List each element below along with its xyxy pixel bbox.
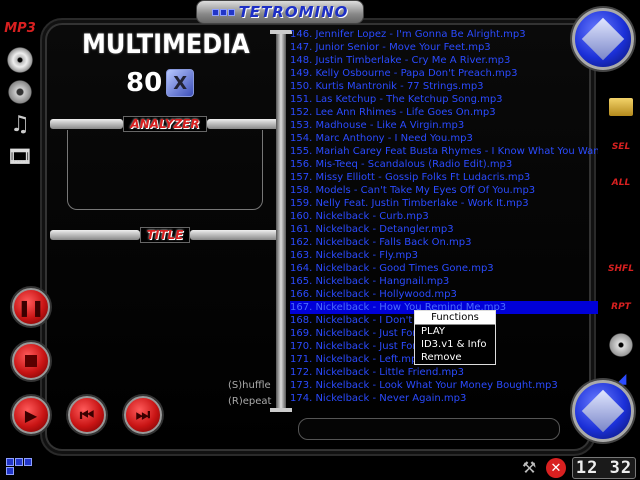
playlist-row[interactable]: 157. Missy Elliott - Gossip Folks Ft Lud…	[290, 171, 598, 184]
next-track-button[interactable]: ⏭	[124, 396, 162, 434]
playlist-row[interactable]: 153. Madhouse - Like A Virgin.mp3	[290, 119, 598, 132]
repeat-option[interactable]: (R)epeat	[228, 396, 271, 407]
play-icon: ▶	[24, 405, 38, 425]
scroll-down-button[interactable]	[572, 380, 634, 442]
playlist-row[interactable]: 162. Nickelback - Falls Back On.mp3	[290, 236, 598, 249]
playlist-row[interactable]: 155. Mariah Carey Feat Busta Rhymes - I …	[290, 145, 598, 158]
playlist-row[interactable]: 149. Kelly Osbourne - Papa Don't Preach.…	[290, 67, 598, 80]
app-logo-text: TETROMINO	[238, 3, 349, 21]
playlist-row[interactable]: 150. Kurtis Mantronik - 77 Strings.mp3	[290, 80, 598, 93]
playlist-row[interactable]: 164. Nickelback - Good Times Gone.mp3	[290, 262, 598, 275]
playlist-row[interactable]: 174. Nickelback - Never Again.mp3	[290, 392, 598, 405]
context-menu: Functions PLAY ID3.v1 & Info Remove	[414, 310, 496, 365]
scroll-up-button[interactable]	[572, 8, 634, 70]
next-icon: ⏭	[135, 405, 151, 424]
left-icon-column: MP3 ♫ 🎞	[4, 14, 36, 174]
taskbar: ⚒ ✕ 12 32	[0, 456, 640, 480]
playlist-row[interactable]: 154. Marc Anthony - I Need You.mp3	[290, 132, 598, 145]
folder-icon	[609, 98, 633, 116]
previous-icon: ⏮	[79, 405, 95, 424]
playlist-row[interactable]: 158. Models - Can't Take My Eyes Off Of …	[290, 184, 598, 197]
status-bar	[298, 418, 560, 440]
saxophone-icon[interactable]: ♫	[6, 110, 34, 138]
playlist-row[interactable]: 147. Junior Senior - Move Your Feet.mp3	[290, 41, 598, 54]
select-all-button[interactable]: ALL	[606, 168, 636, 198]
app-logo: TETROMINO	[196, 0, 364, 24]
playlist-row[interactable]: 166. Nickelback - Hollywood.mp3	[290, 288, 598, 301]
film-camera-icon[interactable]: 🎞	[6, 142, 34, 170]
bar-right	[190, 230, 280, 240]
pause-icon: ❚❚	[17, 297, 45, 317]
x-cube-icon: X	[166, 69, 195, 97]
cd-eject-icon[interactable]	[606, 330, 636, 360]
stop-button[interactable]	[12, 342, 50, 380]
playlist-row[interactable]: 146. Jennifer Lopez - I'm Gonna Be Alrig…	[290, 28, 598, 41]
title-label: TITLE	[139, 227, 191, 243]
clock: 12 32	[572, 457, 636, 479]
title-header: TITLE	[50, 224, 280, 246]
version-number: 80	[126, 68, 163, 98]
playlist-row[interactable]: 161. Nickelback - Detangler.mp3	[290, 223, 598, 236]
tetromino-logo-icon	[211, 8, 235, 16]
pause-button[interactable]: ❚❚	[12, 288, 50, 326]
playlist-row[interactable]: 163. Nickelback - Fly.mp3	[290, 249, 598, 262]
context-menu-header: Functions	[415, 311, 495, 325]
multimedia-title: MULTIMEDIA	[82, 28, 250, 60]
playlist-row[interactable]: 160. Nickelback - Curb.mp3	[290, 210, 598, 223]
cd-icon[interactable]	[6, 46, 34, 74]
panel-divider	[270, 30, 292, 412]
start-menu-icon[interactable]	[6, 458, 32, 475]
playlist-row[interactable]: 159. Nelly Feat. Justin Timberlake - Wor…	[290, 197, 598, 210]
playlist-row[interactable]: 172. Nickelback - Little Friend.mp3	[290, 366, 598, 379]
previous-track-button[interactable]: ⏮	[68, 396, 106, 434]
shuffle-option[interactable]: (S)huffle	[228, 380, 271, 391]
menu-item-play[interactable]: PLAY	[415, 325, 495, 338]
stop-icon	[25, 355, 37, 367]
select-button[interactable]: SEL	[606, 132, 636, 162]
menu-item-id3-info[interactable]: ID3.v1 & Info	[415, 338, 495, 351]
bar-right	[206, 119, 281, 129]
menu-item-remove[interactable]: Remove	[415, 351, 495, 364]
playlist-row[interactable]: 173. Nickelback - Look What Your Money B…	[290, 379, 598, 392]
playlist-row[interactable]: 152. Lee Ann Rhimes - Life Goes On.mp3	[290, 106, 598, 119]
playlist-row[interactable]: 156. Mis-Teeq - Scandalous (Radio Edit).…	[290, 158, 598, 171]
play-button[interactable]: ▶	[12, 396, 50, 434]
open-folder-button[interactable]	[606, 92, 636, 122]
playlist-row[interactable]: 148. Justin Timberlake - Cry Me A River.…	[290, 54, 598, 67]
arrow-down-icon	[581, 389, 625, 433]
disc-player-icon[interactable]	[6, 78, 34, 106]
analyzer-display	[67, 130, 263, 210]
bar-left	[50, 230, 140, 240]
mp3-icon[interactable]: MP3	[4, 14, 36, 42]
playlist-row[interactable]: 151. Las Ketchup - The Ketchup Song.mp3	[290, 93, 598, 106]
repeat-button[interactable]: RPT	[606, 292, 636, 322]
version-badge: 80 X	[126, 68, 216, 98]
playlist-row[interactable]: 165. Nickelback - Hangnail.mp3	[290, 275, 598, 288]
bar-left	[50, 119, 124, 129]
settings-tool-icon[interactable]: ⚒	[522, 458, 536, 477]
close-icon[interactable]: ✕	[546, 458, 566, 478]
shuffle-button[interactable]: SHFL	[606, 254, 636, 284]
arrow-up-icon	[581, 17, 625, 61]
